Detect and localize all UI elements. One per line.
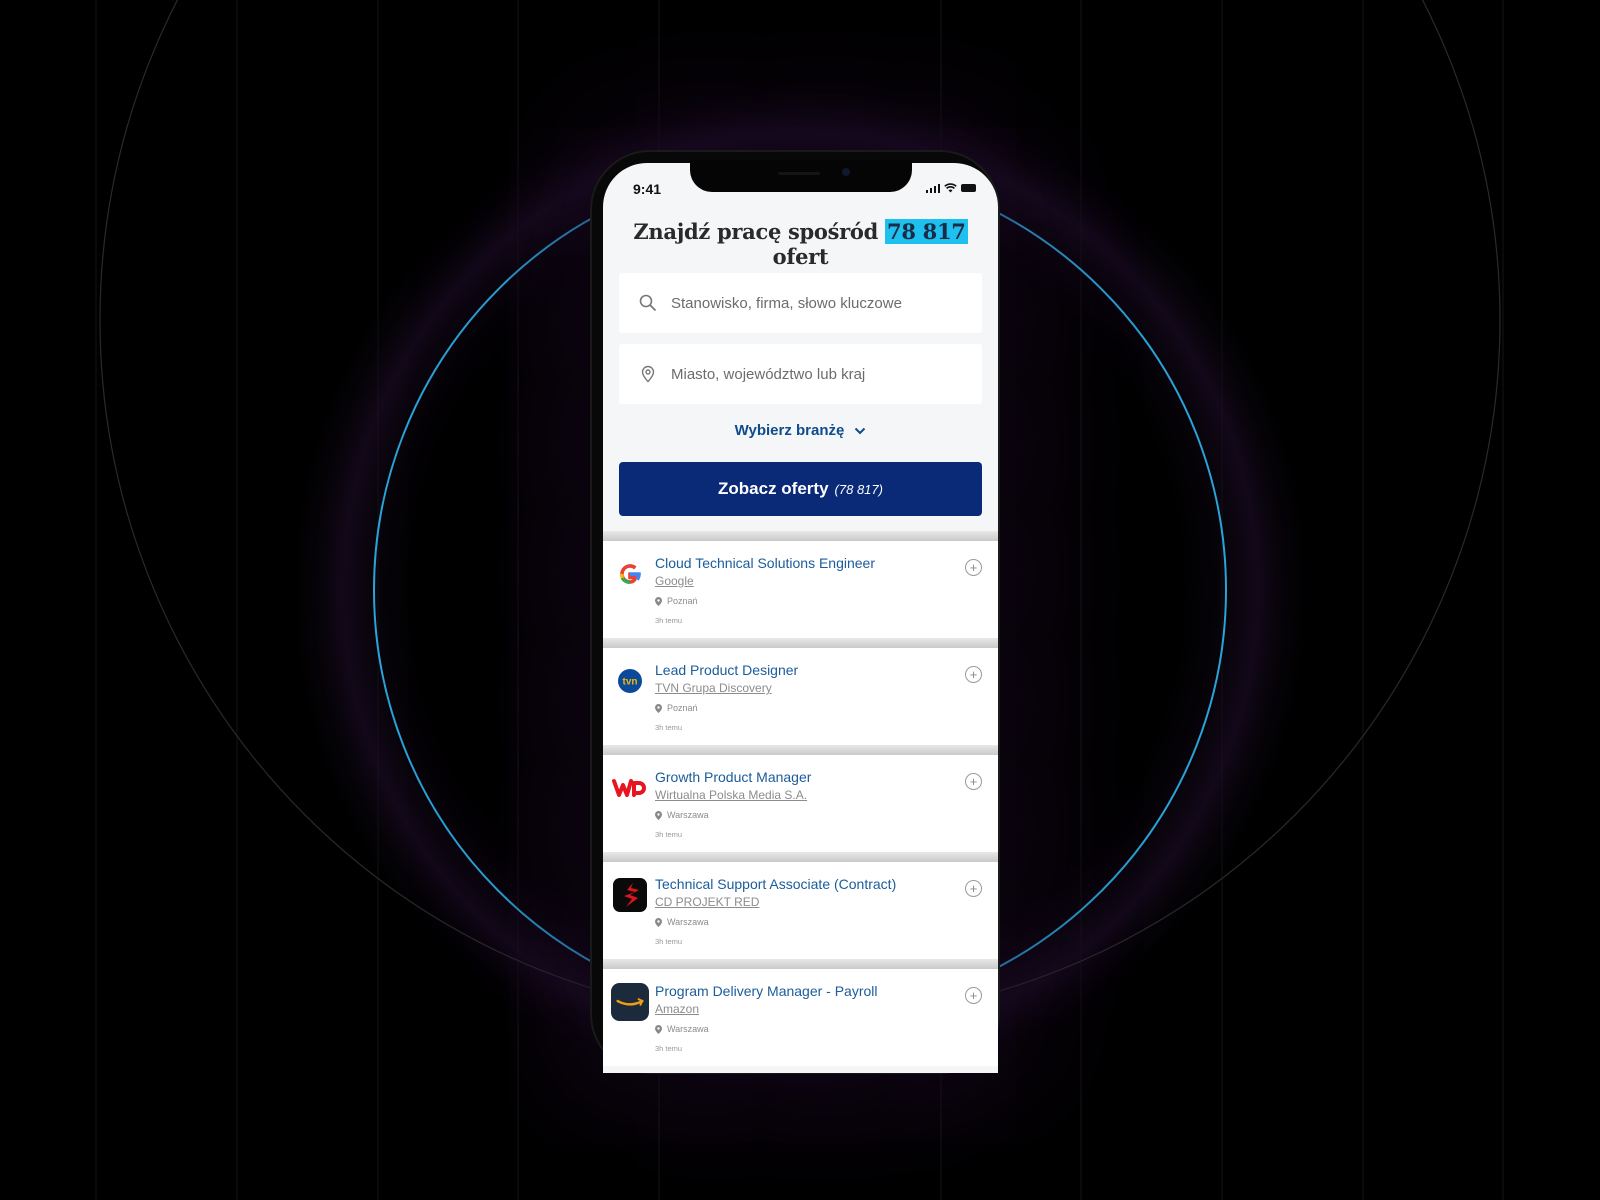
list-separator: [603, 638, 998, 648]
plus-icon: +: [969, 560, 978, 575]
posted-time: 3h temu: [655, 937, 683, 946]
add-to-saved-button[interactable]: +: [965, 880, 982, 897]
add-to-saved-button[interactable]: +: [965, 987, 982, 1004]
location-pin-icon: [655, 703, 662, 713]
job-card[interactable]: Technical Support Associate (Contract) C…: [603, 862, 998, 959]
offer-count-highlight: 78 817: [885, 219, 968, 244]
location-search-field[interactable]: [619, 344, 982, 404]
job-card[interactable]: Program Delivery Manager - Payroll Amazo…: [603, 969, 998, 1066]
job-title-link[interactable]: Growth Product Manager: [655, 769, 811, 785]
job-title-link[interactable]: Technical Support Associate (Contract): [655, 876, 896, 892]
location-pin-icon: [641, 365, 655, 383]
keyword-search-input[interactable]: [671, 294, 951, 312]
phone-notch: [690, 160, 912, 192]
company-link[interactable]: CD PROJEKT RED: [655, 895, 759, 909]
list-separator: [603, 852, 998, 862]
industry-select[interactable]: Wybierz branżę: [603, 422, 998, 439]
job-location: Warszawa: [655, 917, 709, 927]
job-card[interactable]: tvn Lead Product Designer TVN Grupa Disc…: [603, 648, 998, 745]
see-offers-count: (78 817): [834, 481, 883, 497]
location-pin-icon: [655, 810, 662, 820]
posted-time: 3h temu: [655, 830, 683, 839]
add-to-saved-button[interactable]: +: [965, 773, 982, 790]
see-offers-label: Zobacz oferty: [718, 479, 829, 498]
industry-select-label: Wybierz branżę: [734, 422, 845, 439]
page-title: Znajdź pracę spośród 78 817 ofert: [633, 219, 968, 269]
list-separator: [603, 959, 998, 969]
search-icon: [639, 294, 657, 312]
job-title-link[interactable]: Lead Product Designer: [655, 662, 798, 678]
job-title-link[interactable]: Program Delivery Manager - Payroll: [655, 983, 878, 999]
add-to-saved-button[interactable]: +: [965, 666, 982, 683]
tvn-logo-icon: tvn: [611, 662, 649, 700]
status-time: 9:41: [633, 181, 662, 197]
job-list: Cloud Technical Solutions Engineer Googl…: [603, 531, 998, 1066]
job-card[interactable]: Growth Product Manager Wirtualna Polska …: [603, 755, 998, 852]
job-title-link[interactable]: Cloud Technical Solutions Engineer: [655, 555, 875, 571]
plus-icon: +: [969, 667, 978, 682]
status-icons: [925, 183, 976, 193]
company-link[interactable]: Amazon: [655, 1002, 699, 1016]
job-location: Poznań: [655, 703, 698, 713]
app-screen: 9:41 Znajdź pracę spośród 78 817 ofert W…: [603, 163, 998, 1073]
location-search-input[interactable]: [671, 365, 951, 383]
svg-text:tvn: tvn: [623, 677, 638, 688]
list-separator: [603, 745, 998, 755]
company-link[interactable]: Google: [655, 574, 694, 588]
signal-icon: [925, 183, 940, 193]
posted-time: 3h temu: [655, 616, 683, 625]
plus-icon: +: [969, 881, 978, 896]
see-offers-button[interactable]: Zobacz oferty (78 817): [619, 462, 982, 516]
add-to-saved-button[interactable]: +: [965, 559, 982, 576]
job-card[interactable]: Cloud Technical Solutions Engineer Googl…: [603, 541, 998, 638]
plus-icon: +: [969, 774, 978, 789]
amazon-logo-icon: [611, 983, 649, 1021]
job-location: Warszawa: [655, 1024, 709, 1034]
keyword-search-field[interactable]: [619, 273, 982, 333]
wifi-icon: [944, 183, 957, 193]
location-pin-icon: [655, 917, 662, 927]
list-separator: [603, 531, 998, 541]
posted-time: 3h temu: [655, 1044, 683, 1053]
location-pin-icon: [655, 1024, 662, 1034]
location-pin-icon: [655, 596, 662, 606]
cdprojekt-logo-icon: [611, 876, 649, 914]
google-logo-icon: [611, 555, 649, 593]
job-location: Warszawa: [655, 810, 709, 820]
company-link[interactable]: TVN Grupa Discovery: [655, 681, 772, 695]
wp-logo-icon: [611, 769, 649, 807]
posted-time: 3h temu: [655, 723, 683, 732]
battery-icon: [961, 184, 976, 192]
job-location: Poznań: [655, 596, 698, 606]
plus-icon: +: [969, 988, 978, 1003]
chevron-down-icon: [855, 427, 866, 434]
company-link[interactable]: Wirtualna Polska Media S.A.: [655, 788, 807, 802]
